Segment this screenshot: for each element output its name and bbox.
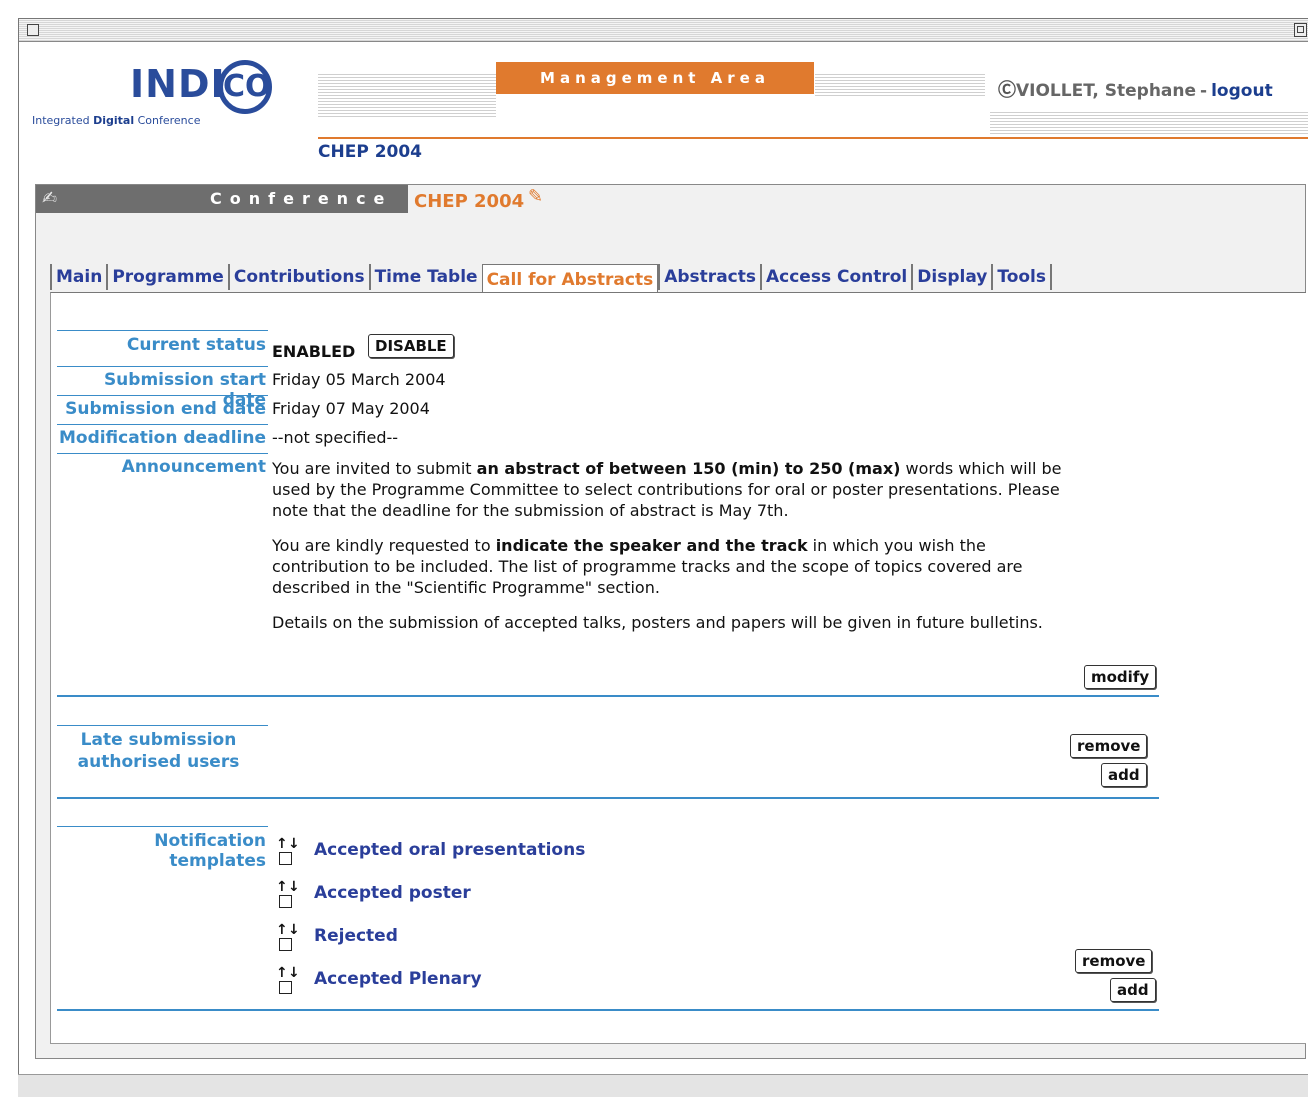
template-remove-button[interactable]: remove xyxy=(1075,949,1153,973)
current-status-value: ENABLED xyxy=(272,342,356,361)
label-underline xyxy=(57,453,268,454)
logo-subtitle: Integrated Digital Conference xyxy=(32,114,201,127)
pencil-edit-icon[interactable]: ✎ xyxy=(528,186,543,207)
section-divider xyxy=(57,695,1159,697)
tab-contributions[interactable]: Contributions xyxy=(227,264,369,290)
window-close-icon[interactable] xyxy=(27,24,39,36)
window-titlebar[interactable] xyxy=(19,19,1308,42)
tab-call-for-abstracts[interactable]: Call for Abstracts xyxy=(481,264,659,294)
window-zoom-icon[interactable] xyxy=(1294,23,1307,37)
label-underline xyxy=(57,725,268,726)
tab-abstracts[interactable]: Abstracts xyxy=(658,264,760,290)
tab-tools[interactable]: Tools xyxy=(991,264,1053,290)
move-template-icon[interactable]: ↑ ↓ xyxy=(276,922,310,954)
logo-indi-text: INDI xyxy=(130,62,226,106)
submission-start-value: Friday 05 March 2004 xyxy=(272,370,446,389)
header-decor-lines-left xyxy=(318,74,496,118)
submission-end-label: Submission end date xyxy=(65,399,266,419)
user-separator: - xyxy=(1200,81,1208,101)
label-underline xyxy=(57,395,268,396)
template-checkbox[interactable] xyxy=(279,938,292,951)
logout-link[interactable]: logout xyxy=(1211,81,1273,101)
tab-main[interactable]: Main xyxy=(50,264,106,290)
tab-programme[interactable]: Programme xyxy=(106,264,228,290)
section-divider xyxy=(57,1009,1159,1011)
current-status-label: Current status xyxy=(126,335,266,355)
notification-templates-label: Notification templates xyxy=(154,831,266,871)
section-divider xyxy=(57,797,1159,799)
move-template-icon[interactable]: ↑ ↓ xyxy=(276,836,310,868)
label-underline xyxy=(57,424,268,425)
template-link[interactable]: Accepted Plenary xyxy=(314,969,482,989)
announcement-paragraph: You are invited to submit an abstract of… xyxy=(272,459,1062,520)
template-add-button[interactable]: add xyxy=(1110,978,1156,1002)
header-conference-link[interactable]: CHEP 2004 xyxy=(318,142,422,162)
modification-deadline-value: --not specified-- xyxy=(272,428,399,447)
template-checkbox[interactable] xyxy=(279,981,292,994)
announcement-text: You are invited to submit an abstract of… xyxy=(272,458,1062,647)
user-icon: Ⓒ xyxy=(998,80,1016,101)
submission-end-value: Friday 07 May 2004 xyxy=(272,399,430,418)
conference-name-link[interactable]: CHEP 2004 xyxy=(414,191,524,212)
user-name: VIOLLET, Stephane xyxy=(1016,81,1197,101)
logo-co-icon: CO xyxy=(218,60,272,114)
label-underline xyxy=(57,330,268,331)
disable-button[interactable]: DISABLE xyxy=(368,334,454,358)
modify-announcement-button[interactable]: modify xyxy=(1084,665,1157,689)
header-decor-lines-mid xyxy=(815,74,985,98)
tab-access-control[interactable]: Access Control xyxy=(759,264,911,290)
template-link[interactable]: Accepted oral presentations xyxy=(314,840,585,860)
header-decor-lines-right xyxy=(990,112,1308,136)
announcement-paragraph: Details on the submission of accepted ta… xyxy=(272,613,1043,632)
announcement-label: Announcement xyxy=(121,457,266,477)
management-area-banner: Management Area xyxy=(496,62,814,94)
move-template-icon[interactable]: ↑ ↓ xyxy=(276,879,310,911)
header-divider xyxy=(318,137,1308,139)
template-link[interactable]: Rejected xyxy=(314,926,398,946)
template-checkbox[interactable] xyxy=(279,852,292,865)
late-remove-button[interactable]: remove xyxy=(1070,734,1148,758)
window-status-bar xyxy=(18,1074,1308,1097)
modification-deadline-label: Modification deadline xyxy=(58,428,266,448)
tab-time-table[interactable]: Time Table xyxy=(368,264,482,290)
conference-label: Conference xyxy=(210,189,393,208)
user-area: ⒸVIOLLET, Stephane - logout xyxy=(998,76,1273,102)
late-add-button[interactable]: add xyxy=(1101,763,1147,787)
template-checkbox[interactable] xyxy=(279,895,292,908)
management-tabs: Main Programme Contributions Time Table … xyxy=(50,264,1053,294)
move-template-icon[interactable]: ↑ ↓ xyxy=(276,965,310,997)
label-underline xyxy=(57,826,268,827)
late-submission-label: Late submission authorised users xyxy=(77,730,240,772)
announcement-paragraph: You are kindly requested to indicate the… xyxy=(272,536,1023,597)
template-link[interactable]: Accepted poster xyxy=(314,883,471,903)
label-underline xyxy=(57,366,268,367)
tab-display[interactable]: Display xyxy=(911,264,991,290)
conference-edit-bar-icon: ✍ xyxy=(42,188,58,209)
